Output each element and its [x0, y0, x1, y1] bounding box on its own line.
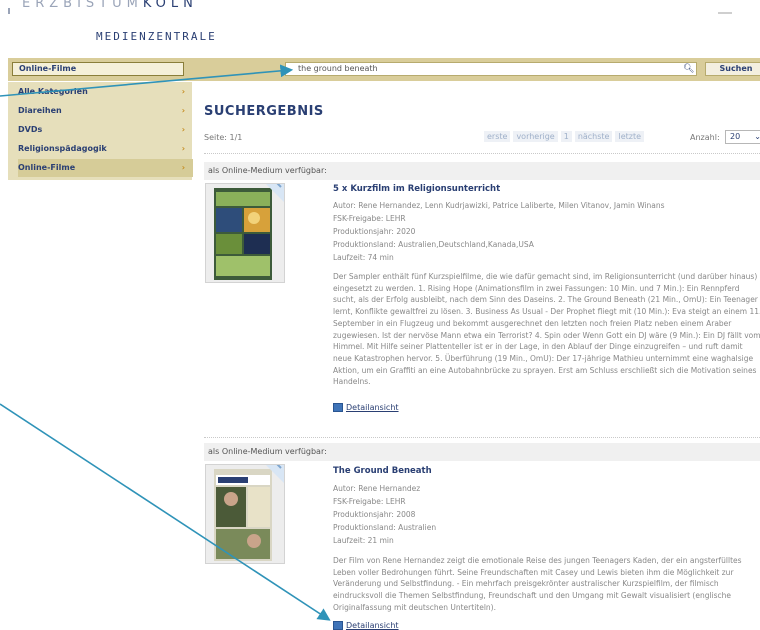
result-country: Produktionsland: Australien: [333, 523, 437, 532]
result-runtime: Laufzeit: 21 min: [333, 536, 394, 545]
divider: [204, 153, 760, 154]
detail-label: Detailansicht: [346, 621, 399, 630]
chevron-down-icon: ⌄: [754, 132, 760, 141]
sidebar-item-dvds[interactable]: DVDs ›: [18, 121, 193, 139]
header-link-fragment: [718, 12, 732, 14]
pagination: erste vorherige 1 nächste letzte: [484, 131, 647, 143]
chevron-right-icon: ›: [181, 125, 185, 134]
count-select[interactable]: 20 ⌄: [725, 130, 760, 144]
result-year: Produktionsjahr: 2020: [333, 227, 416, 236]
sidebar-item-label: Alle Kategorien: [18, 87, 88, 96]
pager-next[interactable]: nächste: [574, 131, 613, 142]
site-subtitle: MEDIENZENTRALE: [96, 30, 217, 43]
result-year: Produktionsjahr: 2008: [333, 510, 416, 519]
header-mark: [8, 8, 10, 14]
site-logo[interactable]: ERZBISTUMKÖLN: [22, 0, 198, 11]
sidebar-item-label: Religionspädagogik: [18, 144, 107, 153]
result-description: Der Sampler enthält fünf Kurzspielfilme,…: [333, 272, 760, 387]
page-info: Seite: 1/1: [204, 133, 243, 142]
result-fsk: FSK-Freigabe: LEHR: [333, 214, 406, 223]
availability-header: als Online-Medium verfügbar:: [204, 443, 760, 461]
detail-link[interactable]: Detailansicht: [333, 402, 399, 414]
sidebar-item-label: Online-Filme: [18, 163, 76, 172]
result-title[interactable]: 5 x Kurzfilm im Religionsunterricht: [333, 184, 500, 194]
count-value: 20: [730, 132, 741, 141]
count-label: Anzahl:: [690, 133, 720, 142]
pager-current[interactable]: 1: [560, 131, 572, 142]
result-runtime: Laufzeit: 74 min: [333, 253, 394, 262]
site-header: ERZBISTUMKÖLN MEDIENZENTRALE: [0, 0, 760, 58]
pager-prev[interactable]: vorherige: [513, 131, 558, 142]
dvd-cover-image: [214, 469, 272, 561]
sidebar-item-online-filme[interactable]: Online-Filme ›: [18, 159, 193, 177]
dvd-cover-image: [214, 188, 272, 280]
sidebar-item-alle-kategorien[interactable]: Alle Kategorien ›: [18, 83, 193, 101]
availability-header: als Online-Medium verfügbar:: [204, 162, 760, 180]
page-title: SUCHERGEBNIS: [204, 104, 324, 119]
logo-suffix: KÖLN: [142, 0, 198, 11]
result-thumbnail[interactable]: [205, 464, 285, 564]
pager-first[interactable]: erste: [484, 131, 511, 142]
chevron-right-icon: ›: [181, 163, 185, 172]
result-fsk: FSK-Freigabe: LEHR: [333, 497, 406, 506]
result-country: Produktionsland: Australien,Deutschland,…: [333, 240, 534, 249]
detail-label: Detailansicht: [346, 403, 399, 412]
sidebar-item-religionspaedagogik[interactable]: Religionspädagogik ›: [18, 140, 193, 158]
result-title[interactable]: The Ground Beneath: [333, 466, 432, 476]
document-icon: [333, 403, 343, 412]
document-icon: [333, 621, 343, 630]
sidebar: Alle Kategorien › Diareihen › DVDs › Rel…: [8, 82, 193, 180]
result-author: Autor: Rene Hernandez: [333, 484, 421, 493]
logo-prefix: ERZBISTUM: [22, 0, 143, 11]
result-thumbnail[interactable]: [205, 183, 285, 283]
chevron-right-icon: ›: [181, 106, 185, 115]
pager-last[interactable]: letzte: [615, 131, 645, 142]
result-author: Autor: Rene Hernandez, Lenn Kudrjawizki,…: [333, 201, 665, 210]
result-description: Der Film von Rene Hernandez zeigt die em…: [333, 556, 742, 612]
search-button[interactable]: Suchen: [705, 62, 760, 76]
sidebar-item-label: DVDs: [18, 125, 43, 134]
search-input[interactable]: the ground beneath: [285, 62, 697, 76]
chevron-right-icon: ›: [181, 87, 185, 96]
sidebar-item-diareihen[interactable]: Diareihen ›: [18, 102, 193, 120]
chevron-right-icon: ›: [181, 144, 185, 153]
detail-link[interactable]: Detailansicht: [333, 620, 399, 630]
sidebar-item-label: Diareihen: [18, 106, 62, 115]
category-select[interactable]: Online-Filme: [12, 62, 184, 76]
divider: [204, 437, 760, 438]
search-icon[interactable]: 🔍︎: [683, 63, 695, 75]
